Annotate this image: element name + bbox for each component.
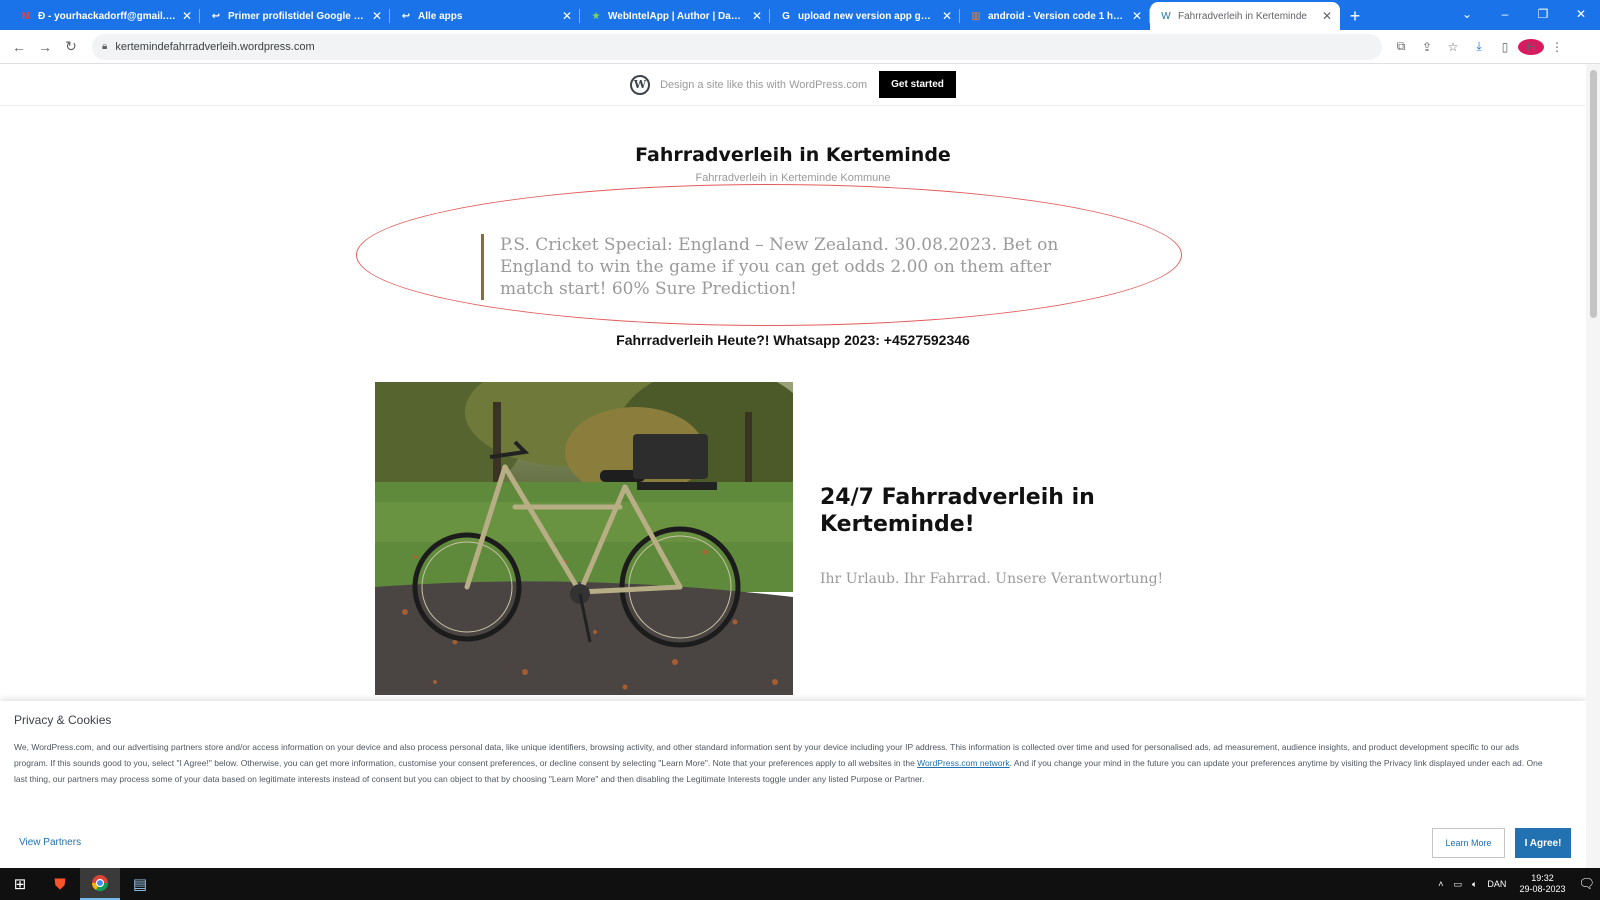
close-tab-icon[interactable]: ✕ bbox=[180, 9, 194, 23]
browser-tab-strip: M Đ - yourhackadorff@gmail.com ✕ ↩ Primer pr… bbox=[0, 0, 1600, 30]
browser-tab[interactable]: Gupload new version app googl ✕ bbox=[770, 2, 960, 30]
close-tab-icon[interactable]: ✕ bbox=[940, 9, 954, 23]
wordpress-icon: W bbox=[1161, 10, 1171, 22]
forward-arrow-icon[interactable]: → bbox=[32, 34, 58, 60]
browser-tab[interactable]: W Fahrradverleih in Kerteminde ✕ bbox=[1150, 2, 1340, 30]
play-console-icon: ↩ bbox=[211, 10, 221, 22]
input-language[interactable]: DAN bbox=[1482, 879, 1511, 889]
page-scrollbar[interactable] bbox=[1586, 64, 1600, 868]
file-explorer-icon[interactable]: ▤ bbox=[120, 868, 160, 900]
pullquote: P.S. Cricket Special: England – New Zeal… bbox=[481, 234, 1081, 300]
i-agree-button[interactable]: I Agree! bbox=[1515, 828, 1571, 858]
close-tab-icon[interactable]: ✕ bbox=[370, 9, 384, 23]
translate-icon[interactable]: ⧉ bbox=[1388, 39, 1414, 55]
gmail-icon: M bbox=[21, 10, 31, 22]
browser-tab[interactable]: ▥ android - Version code 1 has al ✕ bbox=[960, 2, 1150, 30]
address-bar[interactable]: 🔒︎ kertemindefahrradverleih.wordpress.co… bbox=[92, 33, 1382, 60]
window-controls: ⌄ – ❐ ✕ bbox=[1448, 0, 1600, 28]
browser-tab[interactable]: ↩ Primer profilstidel Google Play ✕ bbox=[200, 2, 390, 30]
side-panel-icon[interactable]: ▯ bbox=[1492, 39, 1518, 55]
volume-icon[interactable]: 🔈︎ bbox=[1467, 879, 1482, 890]
bicycle-photo bbox=[375, 382, 793, 695]
close-tab-icon[interactable]: ✕ bbox=[750, 9, 764, 23]
tab-title: Primer profilstidel Google Play bbox=[228, 10, 366, 22]
close-tab-icon[interactable]: ✕ bbox=[560, 9, 574, 23]
toolbar-actions: ⧉ ⇪ ☆ ⤓ ▯ H ⋮ bbox=[1388, 38, 1570, 55]
tray-overflow-icon[interactable]: ˄ bbox=[1433, 879, 1448, 889]
notification-icon[interactable]: 🗨︎ bbox=[1573, 876, 1600, 892]
browser-tab[interactable]: M Đ - yourhackadorff@gmail.com ✕ bbox=[10, 2, 200, 30]
wordpress-network-link[interactable]: WordPress.com network bbox=[917, 758, 1009, 768]
tab-title: Đ - yourhackadorff@gmail.com bbox=[38, 10, 176, 22]
tab-search-icon[interactable]: ⌄ bbox=[1448, 0, 1486, 28]
chrome-browser-icon[interactable] bbox=[80, 868, 120, 900]
tab-list: M Đ - yourhackadorff@gmail.com ✕ ↩ Primer pr… bbox=[0, 2, 1340, 30]
close-window-icon[interactable]: ✕ bbox=[1562, 0, 1600, 28]
minimize-icon[interactable]: – bbox=[1486, 0, 1524, 28]
cookie-banner-text: We, WordPress.com, and our advertising p… bbox=[14, 739, 1554, 787]
site-title[interactable]: Fahrradverleih in Kerteminde bbox=[0, 144, 1586, 166]
tab-title: Fahrradverleih in Kerteminde bbox=[1178, 10, 1307, 22]
star-icon: ★ bbox=[591, 10, 601, 22]
clock-date: 29-08-2023 bbox=[1519, 884, 1566, 894]
hero-subtitle: Ihr Urlaub. Ihr Fahrrad. Unsere Verantwo… bbox=[820, 571, 1164, 587]
restore-icon[interactable]: ❐ bbox=[1524, 0, 1562, 28]
page-viewport: W Design a site like this with WordPress… bbox=[0, 64, 1600, 868]
google-icon: G bbox=[782, 10, 790, 22]
brave-browser-icon[interactable]: ⛊ bbox=[40, 868, 80, 900]
profile-avatar[interactable]: H bbox=[1518, 38, 1544, 55]
hero-heading: 24/7 Fahrradverleih in Kerteminde! bbox=[820, 485, 1095, 537]
bookmark-star-icon[interactable]: ☆ bbox=[1440, 39, 1466, 55]
back-arrow-icon[interactable]: ← bbox=[6, 34, 32, 60]
system-tray: ˄ ▭ 🔈︎ DAN 19:32 29-08-2023 🗨︎ bbox=[1433, 868, 1600, 900]
browser-tab[interactable]: ★ WebIntelApp | Author | Dashbo ✕ bbox=[580, 2, 770, 30]
close-tab-icon[interactable]: ✕ bbox=[1130, 9, 1144, 23]
get-started-button[interactable]: Get started bbox=[879, 71, 956, 98]
wordpress-logo-icon[interactable]: W bbox=[630, 74, 651, 95]
site-tagline: Fahrradverleih in Kerteminde Kommune bbox=[695, 172, 891, 184]
browser-toolbar: ← → ↻ 🔒︎ kertemindefahrradverleih.wordpr… bbox=[0, 30, 1600, 64]
whatsapp-contact-heading: Fahrradverleih Heute?! Whatsapp 2023: +4… bbox=[616, 332, 970, 348]
windows-taskbar: ⊞ ⛊ ▤ ˄ ▭ 🔈︎ DAN 19:32 29-08-2023 🗨︎ bbox=[0, 868, 1600, 900]
stackoverflow-icon: ▥ bbox=[971, 10, 981, 22]
url-text[interactable]: kertemindefahrradverleih.wordpress.com bbox=[115, 41, 314, 53]
download-icon[interactable]: ⤓ bbox=[1466, 39, 1492, 55]
cookie-banner-title: Privacy & Cookies bbox=[14, 713, 112, 727]
play-console-icon: ↩ bbox=[401, 10, 411, 22]
tab-title: WebIntelApp | Author | Dashbo bbox=[608, 10, 746, 22]
tab-title: android - Version code 1 has al bbox=[988, 10, 1126, 22]
taskbar-clock[interactable]: 19:32 29-08-2023 bbox=[1511, 873, 1573, 895]
wordpress-promo-text[interactable]: Design a site like this with WordPress.c… bbox=[660, 79, 867, 91]
cookie-consent-banner: Privacy & Cookies We, WordPress.com, and… bbox=[0, 701, 1586, 868]
view-partners-link[interactable]: View Partners bbox=[19, 837, 81, 848]
new-tab-button[interactable]: + bbox=[1340, 2, 1370, 30]
network-icon[interactable]: ▭ bbox=[1449, 879, 1468, 890]
menu-kebab-icon[interactable]: ⋮ bbox=[1544, 39, 1570, 55]
scrollbar-thumb[interactable] bbox=[1590, 70, 1597, 318]
wordpress-promo-bar: W Design a site like this with WordPress… bbox=[0, 64, 1586, 106]
reload-icon[interactable]: ↻ bbox=[58, 34, 84, 60]
cookie-banner-actions: View Partners Learn More I Agree! bbox=[0, 828, 1586, 858]
tab-title: upload new version app googl bbox=[798, 10, 936, 22]
tab-title: Alle apps bbox=[418, 10, 463, 22]
close-tab-icon[interactable]: ✕ bbox=[1320, 9, 1334, 23]
lock-icon[interactable]: 🔒︎ bbox=[102, 41, 107, 52]
share-icon[interactable]: ⇪ bbox=[1414, 39, 1440, 55]
browser-tab[interactable]: ↩ Alle apps ✕ bbox=[390, 2, 580, 30]
windows-start-icon[interactable]: ⊞ bbox=[0, 868, 40, 900]
clock-time: 19:32 bbox=[1531, 873, 1554, 883]
learn-more-button[interactable]: Learn More bbox=[1432, 828, 1505, 858]
